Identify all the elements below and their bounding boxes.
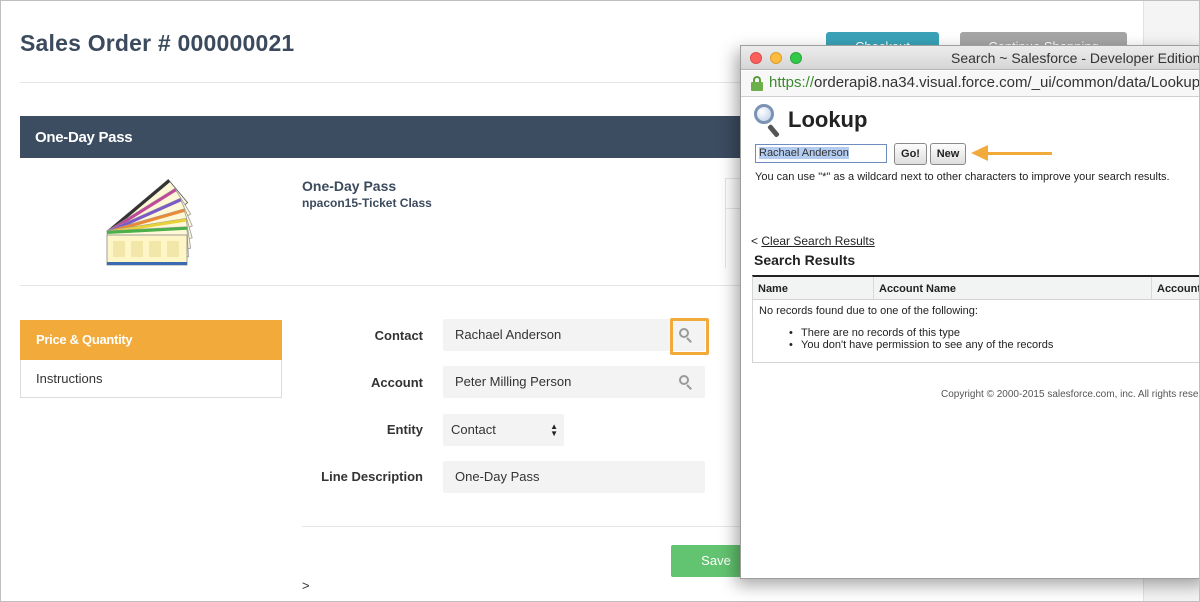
search-results-heading: Search Results bbox=[754, 252, 856, 268]
address-bar[interactable]: https://orderapi8.na34.visual.force.com/… bbox=[741, 71, 1200, 97]
clear-search-results[interactable]: < Clear Search Results bbox=[751, 234, 875, 248]
lookup-search-value: Rachael Anderson bbox=[759, 147, 849, 159]
go-button[interactable]: Go! bbox=[894, 143, 927, 165]
tab-instructions[interactable]: Instructions bbox=[20, 360, 282, 398]
url-path: orderapi8.na34.visual.force.com/_ui/comm… bbox=[814, 74, 1200, 91]
wildcard-hint: You can use "*" as a wildcard next to ot… bbox=[755, 171, 1170, 183]
new-button[interactable]: New bbox=[930, 143, 966, 165]
screen: Sales Order # 000000021 Checkout Continu… bbox=[0, 0, 1200, 602]
no-records-message: No records found due to one of the follo… bbox=[759, 305, 978, 317]
ticket-image bbox=[106, 179, 193, 266]
window-titlebar[interactable]: Search ~ Salesforce - Developer Edition bbox=[741, 46, 1200, 70]
lookup-search-input[interactable]: Rachael Anderson bbox=[755, 144, 887, 163]
column-header-account-site[interactable]: Account Site bbox=[1152, 277, 1199, 300]
window-title: Search ~ Salesforce - Developer Edition bbox=[951, 50, 1200, 66]
tab-price-quantity[interactable]: Price & Quantity bbox=[20, 320, 282, 360]
lookup-highlight-box bbox=[670, 318, 709, 355]
lookup-heading: Lookup bbox=[788, 107, 868, 132]
entity-select-value: Contact bbox=[451, 422, 496, 437]
list-item: You don't have permission to see any of … bbox=[789, 339, 1053, 351]
chevron-right-icon[interactable]: > bbox=[302, 578, 310, 593]
product-class: npacon15-Ticket Class bbox=[302, 196, 432, 210]
divider bbox=[302, 526, 742, 527]
minimize-window-icon[interactable] bbox=[770, 52, 782, 64]
select-arrows-icon: ▲ ▼ bbox=[550, 422, 558, 438]
product-header-title: One-Day Pass bbox=[35, 129, 133, 146]
account-label: Account bbox=[371, 375, 423, 390]
contact-field[interactable]: Rachael Anderson bbox=[443, 319, 705, 351]
column-header-account-name[interactable]: Account Name bbox=[874, 277, 1152, 300]
copyright-footer: Copyright © 2000-2015 salesforce.com, in… bbox=[941, 389, 1200, 400]
annotation-arrow-line bbox=[986, 152, 1052, 155]
page-title: Sales Order # 000000021 bbox=[20, 30, 295, 56]
column-header-name[interactable]: Name bbox=[753, 277, 874, 300]
search-results-table: Name Account Name Account Site No record… bbox=[752, 275, 1199, 363]
account-lookup-search-icon[interactable] bbox=[679, 375, 693, 390]
close-window-icon[interactable] bbox=[750, 52, 762, 64]
url-scheme: https:// bbox=[769, 74, 815, 91]
product-name: One-Day Pass bbox=[302, 178, 397, 194]
contact-label: Contact bbox=[374, 328, 423, 343]
magnifier-icon bbox=[754, 104, 780, 138]
lookup-popup-window: Search ~ Salesforce - Developer Edition … bbox=[740, 45, 1200, 579]
line-description-field[interactable]: One-Day Pass bbox=[443, 461, 705, 493]
maximize-window-icon[interactable] bbox=[790, 52, 802, 64]
lock-icon bbox=[751, 76, 763, 92]
clear-search-results-link[interactable]: Clear Search Results bbox=[761, 234, 874, 248]
account-field[interactable]: Peter Milling Person bbox=[443, 366, 705, 398]
clear-prefix: < bbox=[751, 234, 759, 248]
entity-label: Entity bbox=[386, 422, 423, 437]
line-description-label: Line Description bbox=[321, 469, 423, 484]
url-text[interactable]: https://orderapi8.na34.visual.force.com/… bbox=[769, 74, 1200, 91]
list-item: There are no records of this type bbox=[789, 327, 960, 339]
entity-select[interactable]: Contact ▲ ▼ bbox=[443, 414, 564, 446]
